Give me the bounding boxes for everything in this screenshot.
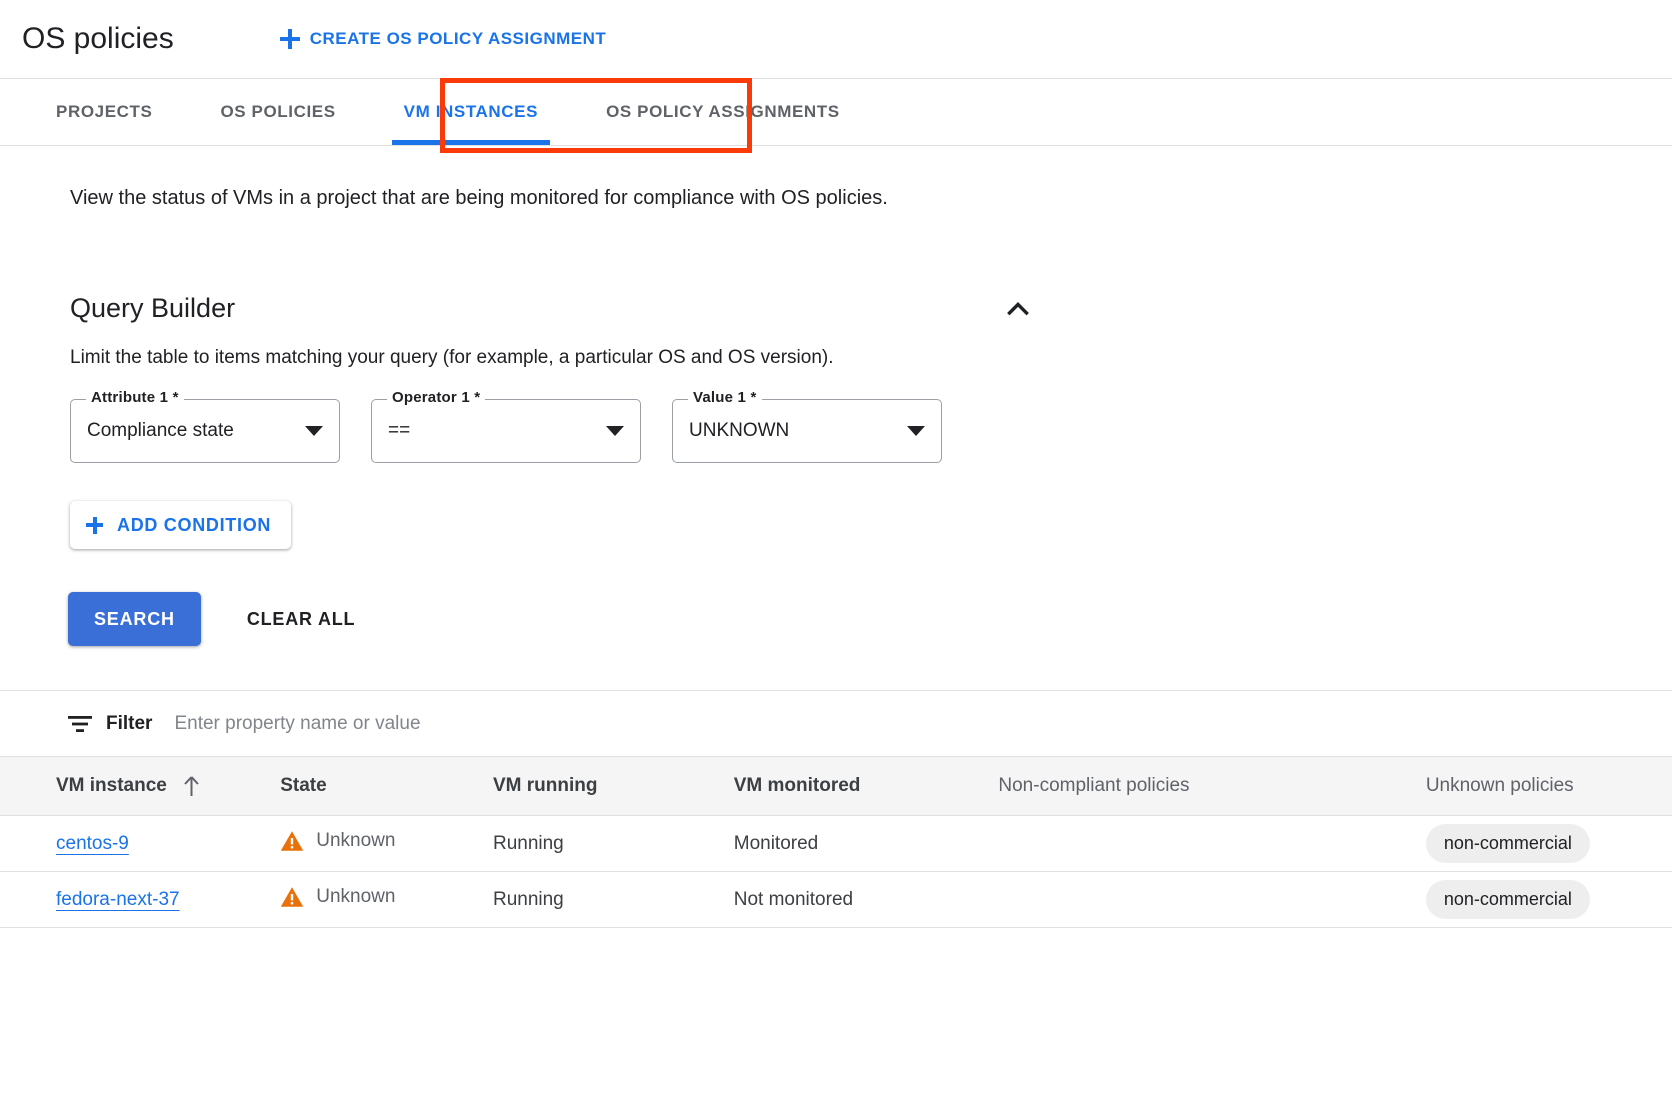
tab-label: VM INSTANCES: [404, 102, 538, 122]
table-head: VM instance State VM running VM monitore…: [0, 757, 1672, 816]
cell-non-compliant-policies: [998, 816, 1393, 872]
attribute-1-value: Compliance state: [87, 420, 234, 442]
column-header-label: VM instance: [56, 775, 167, 797]
operator-1-value: ==: [388, 420, 606, 442]
chevron-down-icon: [305, 426, 323, 436]
value-1-select[interactable]: Value 1 * UNKNOWN: [672, 399, 942, 463]
search-button[interactable]: SEARCH: [68, 592, 201, 646]
table-row[interactable]: centos-9 Unknown Running Monitored: [0, 816, 1672, 872]
value-1-label: Value 1 *: [688, 389, 762, 406]
attribute-1-label: Attribute 1 *: [86, 389, 184, 406]
tab-label: OS POLICIES: [220, 102, 335, 122]
vm-instances-table: VM instance State VM running VM monitore…: [0, 756, 1672, 928]
clear-all-button[interactable]: CLEAR ALL: [247, 609, 356, 630]
filter-bar: Filter: [0, 690, 1672, 756]
chevron-down-icon: [606, 426, 624, 436]
tab-bar: PROJECTS OS POLICIES VM INSTANCES OS POL…: [0, 78, 1672, 146]
tab-os-policies[interactable]: OS POLICIES: [186, 79, 369, 145]
query-builder-subtitle: Limit the table to items matching your q…: [70, 347, 1672, 369]
cell-vm-running: Running: [493, 872, 734, 928]
vm-instance-link[interactable]: centos-9: [56, 833, 129, 854]
tab-label: OS POLICY ASSIGNMENTS: [606, 102, 840, 122]
tab-label: PROJECTS: [56, 102, 152, 122]
state-text: Unknown: [316, 886, 395, 908]
attribute-1-select[interactable]: Attribute 1 * Compliance state: [70, 399, 340, 463]
filter-icon[interactable]: [68, 715, 92, 733]
cell-non-compliant-policies: [998, 872, 1393, 928]
state-text: Unknown: [316, 830, 395, 852]
query-builder-header: Query Builder: [70, 291, 1035, 325]
chevron-up-icon[interactable]: [1001, 291, 1035, 325]
cell-unknown-policies: non-commercial: [1394, 816, 1672, 872]
page-title: OS policies: [22, 22, 174, 56]
filter-label: Filter: [106, 713, 152, 735]
column-header-vm-monitored[interactable]: VM monitored: [734, 757, 999, 816]
cell-vm-instance: centos-9: [0, 816, 280, 872]
table-header-row: VM instance State VM running VM monitore…: [0, 757, 1672, 816]
chevron-down-icon: [907, 426, 925, 436]
create-button-label: CREATE OS POLICY ASSIGNMENT: [310, 29, 607, 49]
operator-1-label: Operator 1 *: [387, 389, 485, 406]
add-condition-label: ADD CONDITION: [117, 515, 271, 536]
tab-vm-instances[interactable]: VM INSTANCES: [370, 79, 572, 145]
cell-state: Unknown: [280, 816, 493, 872]
policy-chip[interactable]: non-commercial: [1426, 880, 1590, 919]
column-header-vm-instance[interactable]: VM instance: [0, 757, 280, 816]
plus-icon: [86, 517, 103, 534]
column-header-state[interactable]: State: [280, 757, 493, 816]
active-tab-underline: [392, 140, 550, 145]
create-os-policy-assignment-button[interactable]: CREATE OS POLICY ASSIGNMENT: [280, 29, 607, 49]
query-actions: SEARCH CLEAR ALL: [68, 592, 1672, 646]
vm-instance-link[interactable]: fedora-next-37: [56, 889, 180, 910]
table-row[interactable]: fedora-next-37 Unknown Running Not monit…: [0, 872, 1672, 928]
cell-vm-running: Running: [493, 816, 734, 872]
filter-input[interactable]: [174, 713, 774, 735]
cell-vm-instance: fedora-next-37: [0, 872, 280, 928]
add-condition-button[interactable]: ADD CONDITION: [70, 501, 291, 549]
column-header-vm-running[interactable]: VM running: [493, 757, 734, 816]
value-1-value: UNKNOWN: [689, 420, 789, 442]
tab-projects[interactable]: PROJECTS: [22, 79, 186, 145]
table-body: centos-9 Unknown Running Monitored: [0, 816, 1672, 928]
warning-triangle-icon: [280, 886, 304, 908]
plus-icon: [280, 29, 300, 49]
cell-vm-monitored: Not monitored: [734, 872, 999, 928]
tab-os-policy-assignments[interactable]: OS POLICY ASSIGNMENTS: [572, 79, 874, 145]
column-header-non-compliant-policies[interactable]: Non-compliant policies: [998, 757, 1393, 816]
column-header-unknown-policies[interactable]: Unknown policies: [1394, 757, 1672, 816]
cell-state: Unknown: [280, 872, 493, 928]
policy-chip[interactable]: non-commercial: [1426, 824, 1590, 863]
cell-vm-monitored: Monitored: [734, 816, 999, 872]
query-condition-row: Attribute 1 * Compliance state Operator …: [70, 399, 1672, 463]
cell-unknown-policies: non-commercial: [1394, 872, 1672, 928]
warning-triangle-icon: [280, 830, 304, 852]
page-header: OS policies CREATE OS POLICY ASSIGNMENT: [0, 0, 1672, 78]
sort-ascending-arrow-icon: [183, 776, 200, 797]
vm-instances-table-wrapper: VM instance State VM running VM monitore…: [0, 756, 1672, 928]
operator-1-select[interactable]: Operator 1 * ==: [371, 399, 641, 463]
page-description: View the status of VMs in a project that…: [70, 182, 1000, 215]
query-builder-title: Query Builder: [70, 293, 235, 324]
